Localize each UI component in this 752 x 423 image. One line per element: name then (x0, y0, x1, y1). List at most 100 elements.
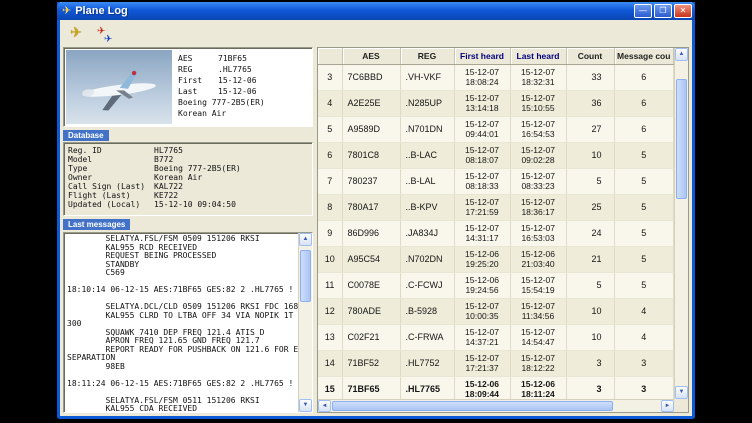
summary-value: .HL7765 (218, 64, 252, 75)
aes-cell: 71BF52 (342, 350, 400, 376)
column-header-rownum[interactable] (318, 48, 342, 64)
db-value: KE722 (154, 191, 178, 200)
db-value: B772 (154, 155, 173, 164)
reg-cell: ..B-LAC (400, 142, 454, 168)
last-heard-cell: 15-12-07 16:53:03 (510, 220, 566, 246)
airline-name: Korean Air (178, 108, 265, 119)
scroll-down-icon[interactable]: ▼ (675, 386, 688, 399)
table-hscroll-thumb[interactable] (332, 401, 613, 411)
messages-section-label: Last messages (63, 219, 130, 230)
toolbar: ✈ ✈ ✈ (60, 20, 692, 44)
summary-value: 15-12-06 (218, 86, 257, 97)
messages-scrollbar[interactable]: ▲ ▼ (298, 233, 312, 412)
message-count-cell: 3 (614, 376, 674, 399)
close-button[interactable]: ✕ (674, 4, 692, 18)
row-number: 15 (318, 376, 342, 399)
last-heard-cell: 15-12-07 09:02:28 (510, 142, 566, 168)
aes-cell: 71BF65 (342, 376, 400, 399)
last-heard-cell: 15-12-07 16:54:53 (510, 116, 566, 142)
db-value: HL7765 (154, 146, 183, 155)
scroll-up-icon[interactable]: ▲ (299, 233, 312, 246)
aircraft-pair-button[interactable]: ✈ ✈ (94, 22, 118, 43)
reg-cell: .N285UP (400, 90, 454, 116)
summary-label: REG (178, 64, 218, 75)
table-vertical-scrollbar[interactable]: ▲ ▼ (674, 48, 688, 399)
messages-scroll-thumb[interactable] (300, 250, 311, 302)
minimize-button[interactable]: — (634, 4, 652, 18)
message-count-cell: 5 (614, 246, 674, 272)
db-label: Type (68, 164, 154, 173)
count-cell: 3 (566, 376, 614, 399)
scroll-up-icon[interactable]: ▲ (675, 48, 688, 61)
aes-cell: 7801C8 (342, 142, 400, 168)
db-label: Owner (68, 173, 154, 182)
last-heard-cell: 15-12-07 15:54:19 (510, 272, 566, 298)
count-cell: 5 (566, 168, 614, 194)
db-label: Flight (Last) (68, 191, 154, 200)
aes-cell: 780237 (342, 168, 400, 194)
table-row[interactable]: 1571BF65.HL776515-12-06 18:09:4415-12-06… (318, 376, 674, 399)
column-header-reg[interactable]: REG (400, 48, 454, 64)
column-header-message-count[interactable]: Message cou (614, 48, 674, 64)
first-heard-cell: 15-12-06 18:09:44 (454, 376, 510, 399)
reg-cell: .HL7752 (400, 350, 454, 376)
table-row[interactable]: 5A9589D.N701DN15-12-07 09:44:0115-12-07 … (318, 116, 674, 142)
message-count-cell: 5 (614, 272, 674, 298)
table-row[interactable]: 4A2E25E.N285UP15-12-07 13:14:1815-12-07 … (318, 90, 674, 116)
table-row[interactable]: 11C0078E.C-FCWJ15-12-06 19:24:5615-12-07… (318, 272, 674, 298)
first-heard-cell: 15-12-07 14:37:21 (454, 324, 510, 350)
scroll-down-icon[interactable]: ▼ (299, 399, 312, 412)
table-vscroll-track[interactable] (675, 61, 688, 386)
row-number: 12 (318, 298, 342, 324)
table-row[interactable]: 67801C8..B-LAC15-12-07 08:18:0715-12-07 … (318, 142, 674, 168)
scroll-right-icon[interactable]: ► (661, 400, 674, 412)
aircraft-table-panel: AES REG First heard Last heard Count Mes… (317, 47, 689, 413)
reg-cell: ..B-KPV (400, 194, 454, 220)
column-header-count[interactable]: Count (566, 48, 614, 64)
blue-plane-icon: ✈ (104, 30, 112, 49)
db-label: Updated (Local) (68, 200, 154, 209)
photo-log-button[interactable]: ✈ (64, 22, 88, 43)
table-hscroll-row: ◄ ► (318, 399, 688, 412)
message-count-cell: 5 (614, 168, 674, 194)
summary-label: Last (178, 86, 218, 97)
aircraft-summary-text: AES71BF65 REG.HL7765 First15-12-06 Last1… (178, 50, 265, 124)
row-number: 5 (318, 116, 342, 142)
reg-cell: .HL7765 (400, 376, 454, 399)
titlebar[interactable]: ✈ Plane Log — ❐ ✕ (57, 2, 695, 20)
aes-cell: A95C54 (342, 246, 400, 272)
table-horizontal-scrollbar[interactable]: ◄ ► (318, 399, 674, 412)
message-count-cell: 6 (614, 64, 674, 90)
summary-label: First (178, 75, 218, 86)
aircraft-table-body: 37C6BBD.VH-VKF15-12-07 18:08:2415-12-07 … (318, 64, 674, 399)
maximize-button[interactable]: ❐ (654, 4, 672, 18)
table-row[interactable]: 8780A17..B-KPV15-12-07 17:21:5915-12-07 … (318, 194, 674, 220)
table-row[interactable]: 1471BF52.HL775215-12-07 17:21:3715-12-07… (318, 350, 674, 376)
message-count-cell: 6 (614, 90, 674, 116)
first-heard-cell: 15-12-07 10:00:35 (454, 298, 510, 324)
table-row[interactable]: 13C02F21.C-FRWA15-12-07 14:37:2115-12-07… (318, 324, 674, 350)
first-heard-cell: 15-12-06 19:24:56 (454, 272, 510, 298)
table-row[interactable]: 986D996.JA834J15-12-07 14:31:1715-12-07 … (318, 220, 674, 246)
table-row[interactable]: 37C6BBD.VH-VKF15-12-07 18:08:2415-12-07 … (318, 64, 674, 90)
column-header-last-heard[interactable]: Last heard (510, 48, 566, 64)
row-number: 13 (318, 324, 342, 350)
table-row[interactable]: 10A95C54.N702DN15-12-06 19:25:2015-12-06… (318, 246, 674, 272)
first-heard-cell: 15-12-07 08:18:07 (454, 142, 510, 168)
db-value: KAL722 (154, 182, 183, 191)
message-count-cell: 3 (614, 350, 674, 376)
aircraft-photo (66, 50, 172, 124)
table-hscroll-track[interactable] (331, 400, 661, 412)
table-row[interactable]: 7780237..B-LAL15-12-07 08:18:3315-12-07 … (318, 168, 674, 194)
first-heard-cell: 15-12-07 08:18:33 (454, 168, 510, 194)
column-header-first-heard[interactable]: First heard (454, 48, 510, 64)
table-vscroll-thumb[interactable] (676, 79, 687, 199)
table-row[interactable]: 12780ADE.B-592815-12-07 10:00:3515-12-07… (318, 298, 674, 324)
count-cell: 21 (566, 246, 614, 272)
db-label: Model (68, 155, 154, 164)
scroll-left-icon[interactable]: ◄ (318, 400, 331, 412)
screen: ✈ Plane Log — ❐ ✕ ✈ ✈ ✈ (0, 0, 752, 423)
messages-scroll-track[interactable] (299, 246, 312, 399)
column-header-aes[interactable]: AES (342, 48, 400, 64)
message-count-cell: 5 (614, 194, 674, 220)
